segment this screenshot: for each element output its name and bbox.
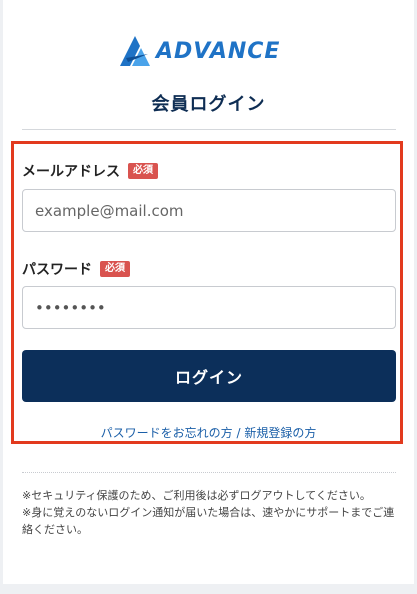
logo-wordmark: ADVANCE bbox=[156, 38, 281, 64]
password-label: パスワード bbox=[22, 262, 92, 278]
forgot-password-link[interactable]: パスワードをお忘れの方 bbox=[101, 426, 233, 440]
register-link[interactable]: 新規登録の方 bbox=[244, 426, 316, 440]
password-required-badge: 必須 bbox=[100, 261, 130, 277]
advance-logo-icon bbox=[120, 36, 150, 66]
login-button[interactable]: ログイン bbox=[22, 350, 396, 402]
email-input[interactable] bbox=[22, 189, 396, 232]
security-notes: ※セキュリティ保護のため、ご利用後は必ずログアウトしてください。 ※身に覚えのな… bbox=[22, 487, 396, 538]
password-input[interactable] bbox=[22, 286, 396, 329]
password-label-row: パスワード 必須 bbox=[22, 259, 130, 279]
links-separator: / bbox=[232, 426, 245, 440]
email-label-row: メールアドレス 必須 bbox=[22, 161, 158, 181]
notes-divider bbox=[22, 472, 396, 473]
email-required-badge: 必須 bbox=[128, 163, 158, 179]
security-note: ※身に覚えのないログイン通知が届いた場合は、速やかにサポートまでご連絡ください。 bbox=[22, 506, 395, 536]
security-note: ※セキュリティ保護のため、ご利用後は必ずログアウトしてください。 bbox=[22, 489, 371, 502]
page-title: 会員ログイン bbox=[151, 94, 266, 115]
title-divider bbox=[22, 129, 396, 130]
brand-logo: ADVANCE bbox=[118, 33, 303, 69]
page-footer-strip bbox=[3, 584, 414, 594]
email-label: メールアドレス bbox=[22, 164, 120, 180]
auth-links: パスワードをお忘れの方 / 新規登録の方 bbox=[0, 424, 417, 441]
